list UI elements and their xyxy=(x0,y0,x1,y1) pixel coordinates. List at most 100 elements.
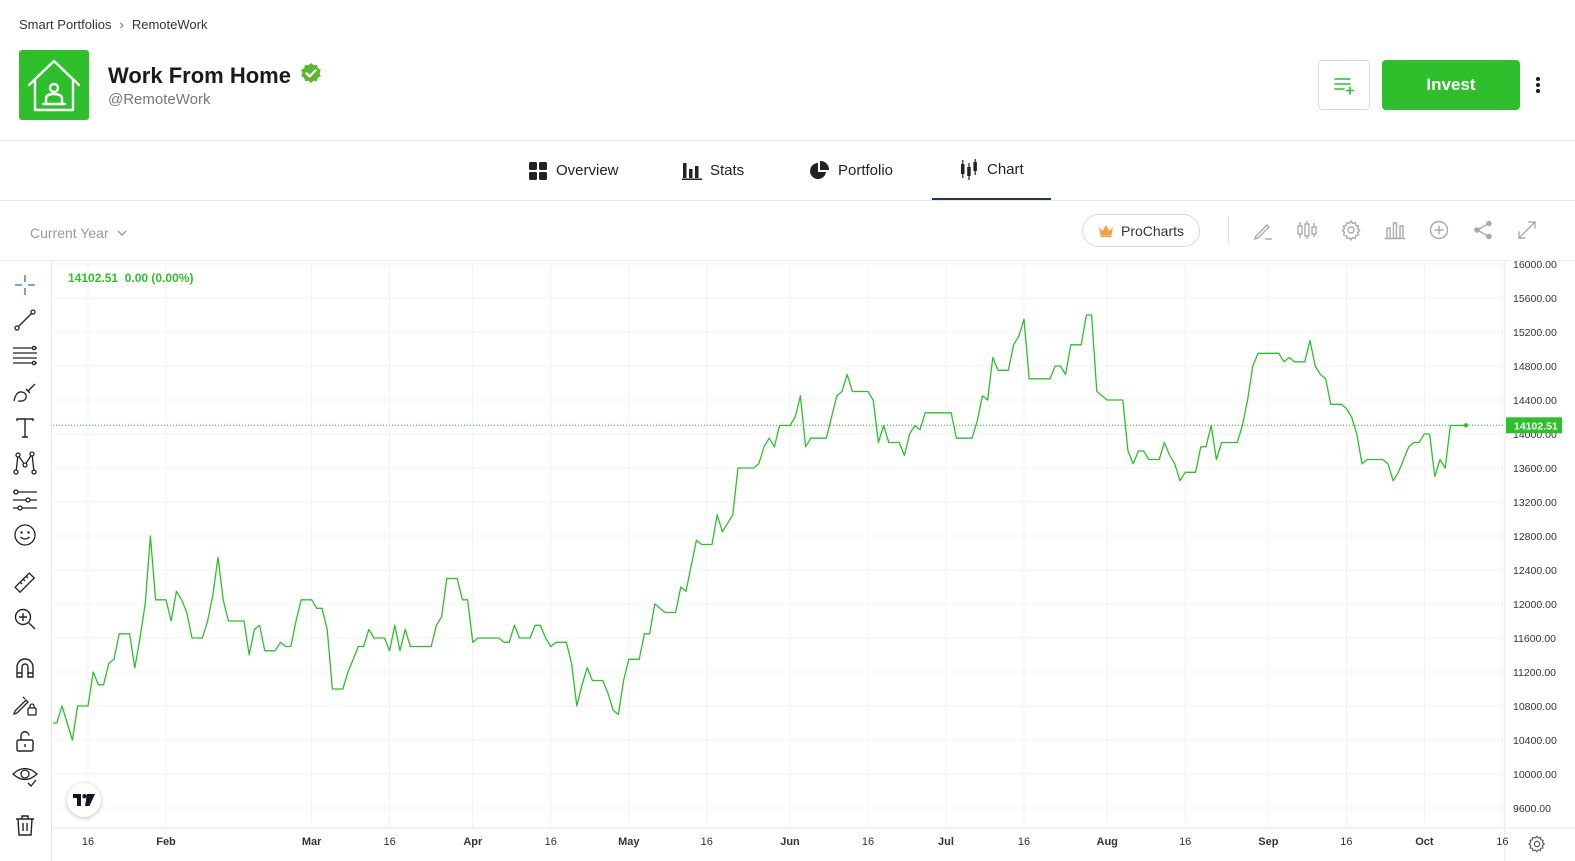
portfolio-handle: @RemoteWork xyxy=(108,91,211,108)
x-tick-label: May xyxy=(618,836,640,848)
unlock-tool[interactable] xyxy=(11,727,39,755)
forecast-icon xyxy=(13,489,37,511)
breadcrumb-current: RemoteWork xyxy=(131,17,208,32)
x-tick-label: Jun xyxy=(780,836,800,848)
procharts-label: ProCharts xyxy=(1120,222,1185,239)
share-icon xyxy=(1474,220,1492,240)
crosshair-icon xyxy=(15,275,35,295)
header-divider xyxy=(0,140,1575,141)
add-to-watchlist-button[interactable] xyxy=(1318,60,1370,110)
house-icon xyxy=(27,59,81,112)
trend-line-icon xyxy=(14,309,36,331)
candles-outline-icon xyxy=(1297,221,1317,239)
text-icon xyxy=(16,418,34,438)
tab-label: Chart xyxy=(987,161,1024,178)
brush-tool[interactable] xyxy=(11,379,39,407)
expand-icon xyxy=(1518,221,1536,239)
visibility-tool[interactable] xyxy=(11,761,39,789)
chart-settings-button[interactable] xyxy=(1339,218,1363,242)
y-tick-label: 15200.00 xyxy=(1513,327,1557,339)
x-tick-label: Jul xyxy=(938,836,954,848)
tab-label: Stats xyxy=(710,162,745,179)
pattern-icon xyxy=(13,451,37,475)
x-tick-label: Aug xyxy=(1097,836,1118,848)
tab-portfolio[interactable]: Portfolio xyxy=(809,141,893,200)
pencil-icon xyxy=(1253,224,1272,241)
y-tick-label: 12800.00 xyxy=(1513,531,1557,543)
zoom-in-icon xyxy=(14,608,36,630)
time-range-value: Current Year xyxy=(30,225,109,241)
tab-overview[interactable]: Overview xyxy=(528,141,619,200)
pattern-tool[interactable] xyxy=(11,449,39,477)
draw-pencil-button[interactable] xyxy=(1251,218,1275,242)
breadcrumb-root[interactable]: Smart Portfolios xyxy=(19,17,111,32)
chart-type-button[interactable] xyxy=(1383,218,1407,242)
x-tick-label: Sep xyxy=(1258,836,1278,848)
x-tick-label: 16 xyxy=(1179,836,1191,848)
brush-icon xyxy=(13,383,36,402)
legend-change: 0.00 (0.00%) xyxy=(124,271,194,285)
tab-label: Overview xyxy=(556,162,619,179)
trash-icon xyxy=(16,815,34,836)
y-tick-label: 15600.00 xyxy=(1513,293,1557,305)
zoom-tool[interactable] xyxy=(11,605,39,633)
crown-icon xyxy=(1098,225,1113,237)
x-tick-label: 16 xyxy=(1018,836,1030,848)
y-tick-label: 12000.00 xyxy=(1513,599,1557,611)
measure-tool[interactable] xyxy=(11,569,39,597)
forecast-tool[interactable] xyxy=(11,486,39,514)
x-tick-label: 16 xyxy=(1496,836,1508,848)
verified-badge-icon xyxy=(299,61,323,90)
text-tool[interactable] xyxy=(11,414,39,442)
pencil-lock-icon xyxy=(12,696,37,716)
time-range-select[interactable]: Current Year xyxy=(30,225,127,241)
tradingview-logo[interactable] xyxy=(67,783,101,817)
candlestick-icon xyxy=(961,158,977,180)
emoji-tool[interactable] xyxy=(11,521,39,549)
fullscreen-button[interactable] xyxy=(1515,218,1539,242)
tab-label: Portfolio xyxy=(838,162,894,179)
y-tick-label: 16000.00 xyxy=(1513,261,1557,271)
magnet-icon xyxy=(16,658,34,678)
magnet-tool[interactable] xyxy=(11,654,39,682)
y-tick-label: 14400.00 xyxy=(1513,395,1557,407)
invest-button[interactable]: Invest xyxy=(1382,60,1520,110)
y-tick-label: 14800.00 xyxy=(1513,361,1557,373)
y-tick-label: 11200.00 xyxy=(1513,667,1556,679)
y-tick-label: 13200.00 xyxy=(1513,497,1557,509)
chevron-right-icon: › xyxy=(119,17,124,32)
procharts-button[interactable]: ProCharts xyxy=(1082,214,1200,247)
horizontal-lines-icon xyxy=(13,345,37,366)
delete-drawings-tool[interactable] xyxy=(11,811,39,839)
share-button[interactable] xyxy=(1471,218,1495,242)
tradingview-icon xyxy=(73,794,95,806)
x-tick-label: 16 xyxy=(1340,836,1352,848)
price-chart[interactable]: 9600.00 10000.00 10400.00 10800.00 11200.00 1… xyxy=(53,261,1575,861)
x-tick-label: 16 xyxy=(862,836,874,848)
indicators-button[interactable] xyxy=(1295,218,1319,242)
last-price-dot xyxy=(1463,423,1469,428)
fib-tool[interactable] xyxy=(11,341,39,369)
compare-button[interactable] xyxy=(1427,218,1451,242)
legend-value: 14102.51 xyxy=(68,271,119,285)
plus-circle-icon xyxy=(1429,220,1449,240)
x-tick-label: 16 xyxy=(701,836,713,848)
x-tick-label: Feb xyxy=(156,836,176,848)
toolbar-divider xyxy=(1228,216,1229,244)
tab-chart[interactable]: Chart xyxy=(932,141,1051,200)
series-line xyxy=(53,314,1467,741)
axis-settings-icon[interactable] xyxy=(1528,835,1546,853)
more-options-button[interactable] xyxy=(1528,70,1548,100)
tab-stats[interactable]: Stats xyxy=(682,141,744,200)
crosshair-tool[interactable] xyxy=(11,271,39,299)
list-add-icon xyxy=(1334,78,1355,95)
bars-outline-icon xyxy=(1385,222,1405,240)
smiley-icon xyxy=(14,524,36,546)
bar-chart-icon xyxy=(682,162,702,180)
lock-drawings-tool[interactable] xyxy=(11,691,39,719)
chart-grid xyxy=(53,261,1505,828)
y-tick-label: 10000.00 xyxy=(1513,769,1557,781)
title-row: Work From Home xyxy=(108,61,323,90)
y-tick-label: 12400.00 xyxy=(1513,565,1557,577)
trend-line-tool[interactable] xyxy=(11,306,39,334)
